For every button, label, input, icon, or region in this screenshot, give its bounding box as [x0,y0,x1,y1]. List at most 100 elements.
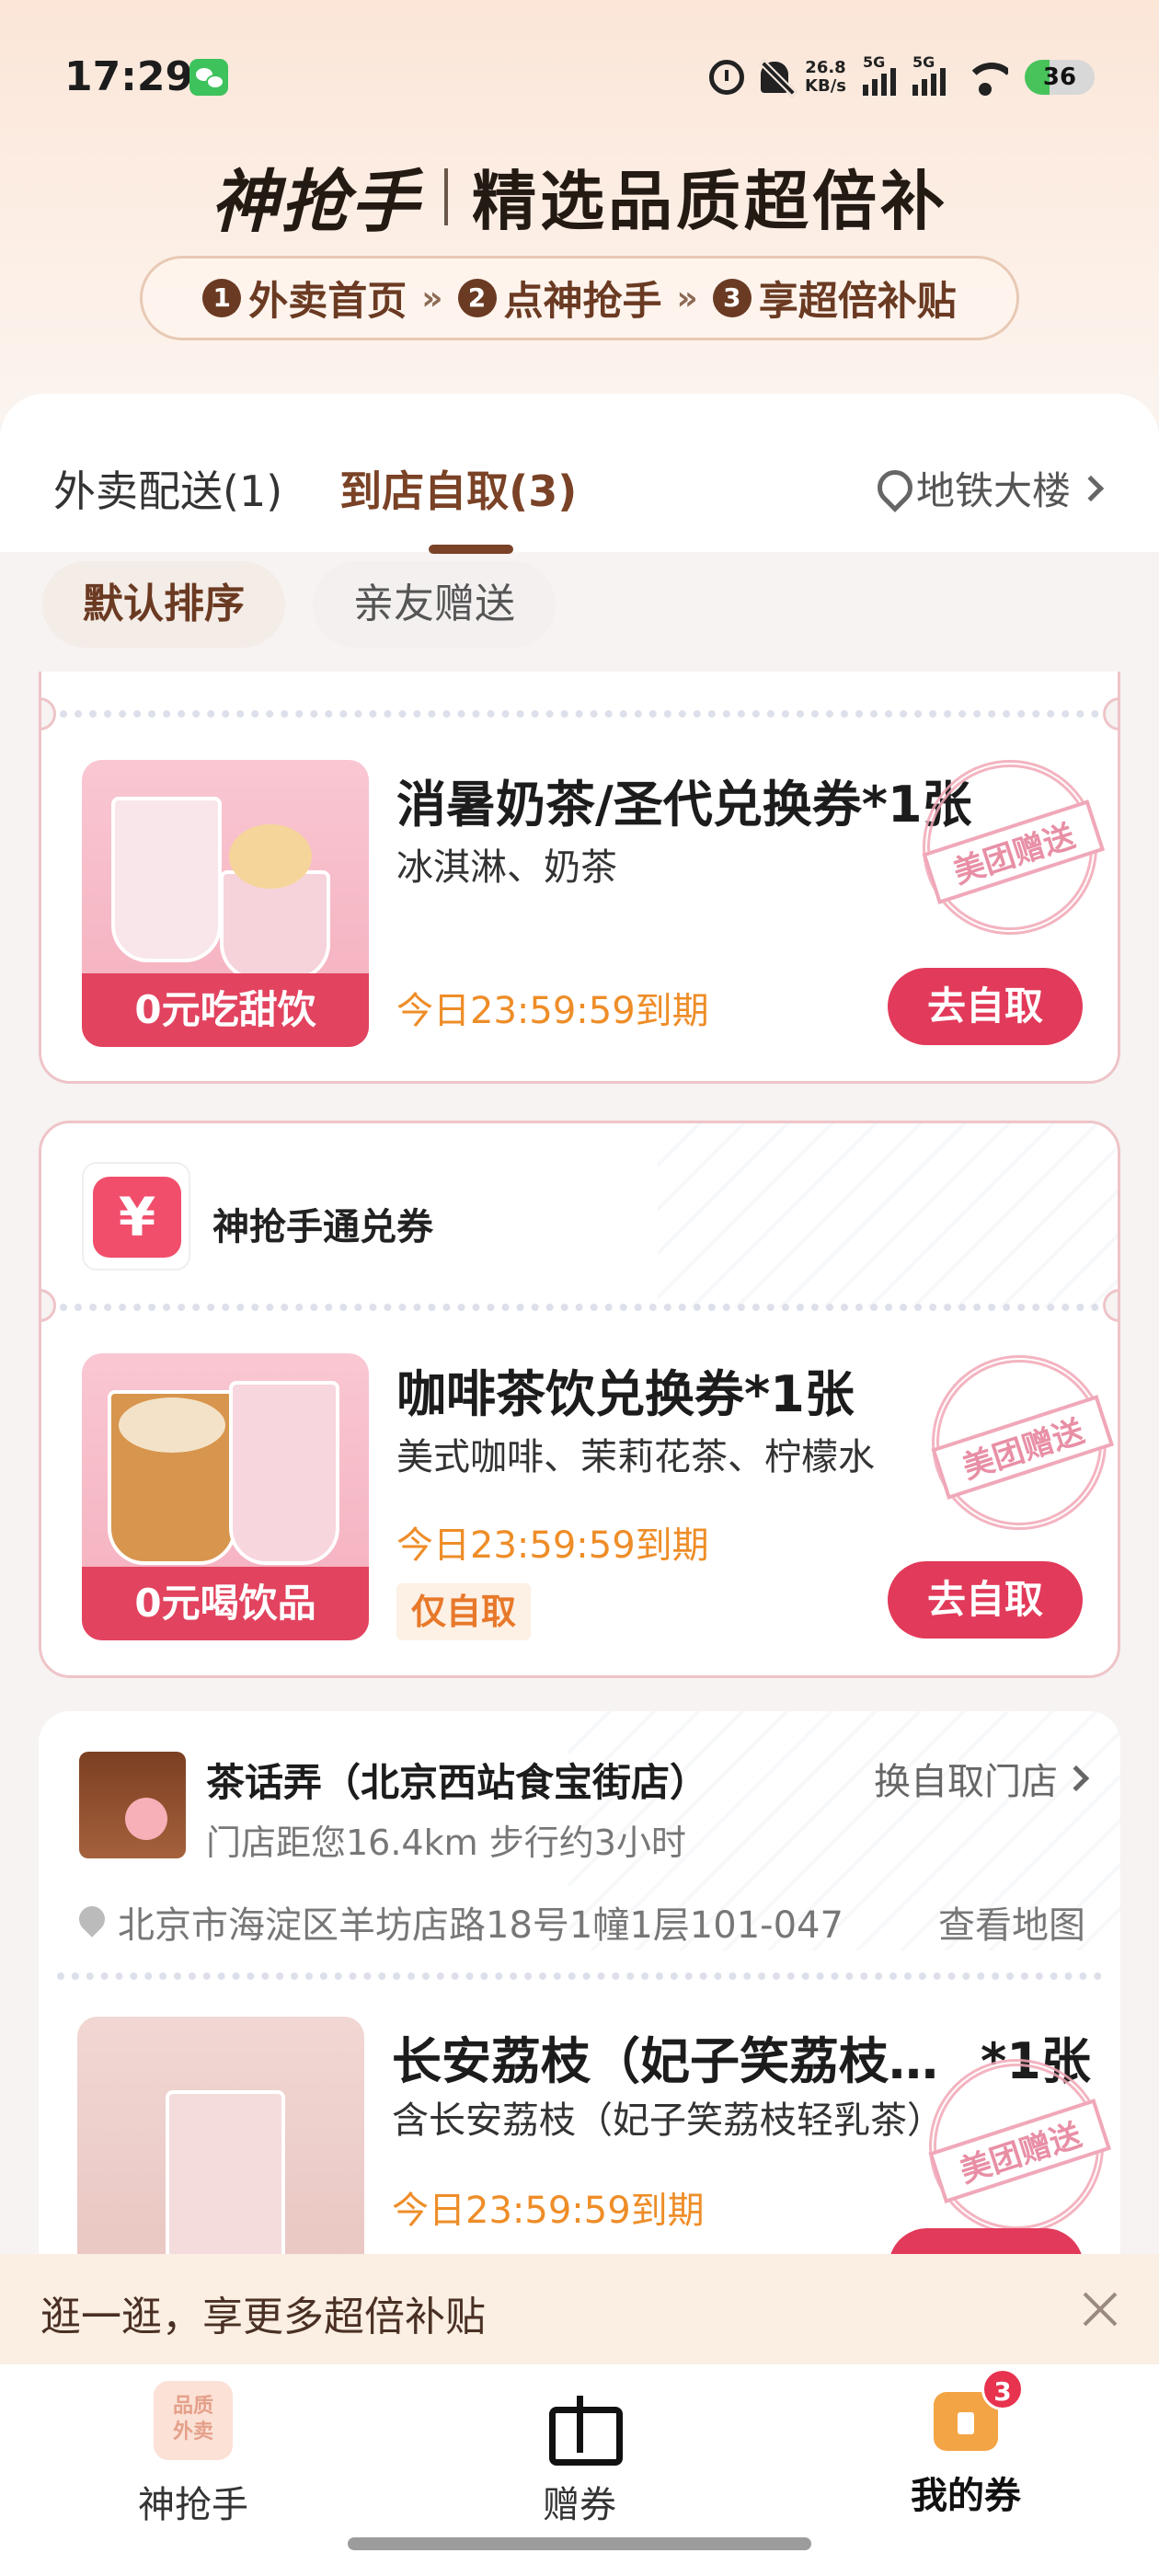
status-bar: 17:29 26.8 KB/s 5G 5G 36 [0,0,1159,156]
filter-chips: 默认排序 亲友赠送 [42,561,556,648]
coupon-thumbnail: 0元吃甜饮 [82,760,369,1047]
step-number: 2 [457,279,497,317]
network-speed-value: 26.8 [805,58,846,77]
view-map-link[interactable]: 查看地图 [938,1895,1085,1949]
nav-label: 神抢手 [138,2484,248,2526]
change-store-button[interactable]: 换自取门店 [874,1752,1090,1805]
network-speed-unit: KB/s [805,76,846,96]
pickup-button[interactable]: 去自取 [888,1561,1083,1639]
store-address: 北京市海淀区羊坊店路18号1幢1层101-047 [79,1895,843,1949]
notification-badge: 3 [981,2368,1024,2410]
stamp-text: 美团赠送 [928,2099,1112,2204]
status-time: 17:29 [64,53,194,100]
stamp-text: 美团赠送 [922,799,1106,905]
step-1: 1 外卖首页 [202,270,407,327]
coupon-thumbnail: 0元喝饮品 [82,1353,369,1640]
signal-icon-1: 5G [863,53,896,96]
perforation [57,1972,1102,1980]
store-item-subtitle: 含长安荔枝（妃子笑荔枝轻乳茶） [392,2099,944,2142]
hero-divider [444,167,448,225]
step-separator: » [421,279,443,317]
coupon-card[interactable]: 0元吃甜饮 消暑奶茶/圣代兑换券*1张 冰淇淋、奶茶 今日23:59:59到期 … [39,672,1120,1084]
hero-title: 神抢手 精选品质超倍补 [0,147,1159,246]
coupon-card[interactable]: ¥ 神抢手通兑券 0元喝饮品 咖啡茶饮兑换券*1张 美式咖啡、茉莉花茶、柠檬水 … [39,1121,1120,1678]
wifi-icon [962,59,1008,96]
brand-logo: 神抢手 [211,163,420,242]
step-separator: » [676,279,698,317]
mute-bell-icon [761,62,789,93]
filter-friend-gift[interactable]: 亲友赠送 [313,561,556,648]
step-number: 3 [712,279,752,317]
tab-delivery[interactable]: 外卖配送(1) [53,458,282,519]
perforation [60,710,1099,718]
pickup-button[interactable]: 去自取 [888,968,1083,1045]
stamp-text: 美团赠送 [931,1395,1115,1501]
step-3: 3 享超倍补贴 [712,270,957,327]
close-icon[interactable] [1082,2291,1119,2328]
network-type-2: 5G [912,53,935,71]
store-name: 茶话弄（北京西站食宝街店） [206,1760,709,1805]
thumbnail-label: 0元喝饮品 [82,1567,369,1640]
coupon-header: 神抢手通兑券 [212,1206,433,1248]
store-address-text: 北京市海淀区羊坊店路18号1幢1层101-047 [118,1904,843,1947]
coupon-title: 消暑奶茶/圣代兑换券*1张 [396,776,972,834]
coupon-expiry: 今日23:59:59到期 [396,1524,709,1567]
store-item-thumbnail [77,2017,364,2282]
store-distance: 门店距您16.4km 步行约3小时 [206,1823,686,1863]
store-logo [79,1752,186,1858]
signal-icon-2: 5G [912,53,946,96]
coupon-title: 咖啡茶饮兑换券*1张 [396,1365,855,1423]
chevron-right-icon [1062,1765,1090,1792]
notch [41,697,56,730]
yuan-ticket-icon: ¥ [82,1162,190,1271]
address-pin-icon [79,1906,105,1938]
notch [1103,697,1118,730]
location-label: 地铁大楼 [915,468,1071,513]
change-store-label: 换自取门店 [874,1761,1058,1803]
step-label: 享超倍补贴 [758,279,957,325]
battery-icon: 36 [1025,60,1095,95]
tab-pickup[interactable]: 到店自取(3) [339,458,577,554]
step-number: 1 [202,279,242,317]
status-icons: 26.8 KB/s 5G 5G 36 [709,52,1095,103]
nav-label: 我的券 [911,2475,1021,2517]
step-label: 点神抢手 [503,279,662,325]
wechat-icon [189,59,228,96]
pickup-only-tag: 仅自取 [396,1583,532,1640]
tab-bar: 外卖配送(1) 到店自取(3) [53,458,577,554]
card-pattern [658,1123,1118,1307]
filter-default-sort[interactable]: 默认排序 [42,561,285,648]
nav-gift-coupons[interactable]: 赠券 [460,2381,699,2528]
coupon-expiry: 今日23:59:59到期 [396,990,709,1032]
steps-guide: 1 外卖首页 » 2 点神抢手 » 3 享超倍补贴 [140,256,1019,340]
battery-level: 36 [1042,63,1077,91]
coupon-subtitle: 冰淇淋、奶茶 [396,846,617,889]
nav-shenqiangshou[interactable]: 神抢手 [74,2381,313,2528]
step-2: 2 点神抢手 [457,270,662,327]
gift-icon [540,2381,623,2466]
alarm-icon [709,60,745,95]
shenqiangshou-icon [154,2381,233,2460]
notch [41,1289,56,1322]
location-selector[interactable]: 地铁大楼 [876,460,1105,516]
meituan-gift-stamp: 美团赠送 [909,1332,1118,1553]
nav-label: 赠券 [543,2484,616,2526]
perforation [60,1304,1099,1311]
store-card: 茶话弄（北京西站食宝街店） 门店距您16.4km 步行约3小时 换自取门店 北京… [39,1711,1120,2282]
promo-banner[interactable]: 逛一逛，享更多超倍补贴 [0,2254,1159,2364]
store-item-expiry: 今日23:59:59到期 [392,2190,705,2232]
thumbnail-label: 0元吃甜饮 [82,973,369,1047]
promo-text: 逛一逛，享更多超倍补贴 [40,2294,486,2340]
network-speed: 26.8 KB/s [805,59,846,96]
network-type-1: 5G [863,53,886,71]
step-label: 外卖首页 [248,279,407,325]
home-indicator[interactable] [348,2537,811,2550]
chevron-right-icon [1077,475,1105,501]
nav-my-coupons[interactable]: 3 我的券 [846,2368,1085,2519]
hero-slogan: 精选品质超倍补 [472,164,948,239]
coupon-subtitle: 美式咖啡、茉莉花茶、柠檬水 [396,1436,875,1478]
coupon-icon: 3 [934,2368,1024,2451]
yuan-symbol: ¥ [93,1177,181,1258]
store-item-title: 长安荔枝（妃子笑荔枝… [392,2032,938,2090]
location-pin-icon [876,470,905,507]
